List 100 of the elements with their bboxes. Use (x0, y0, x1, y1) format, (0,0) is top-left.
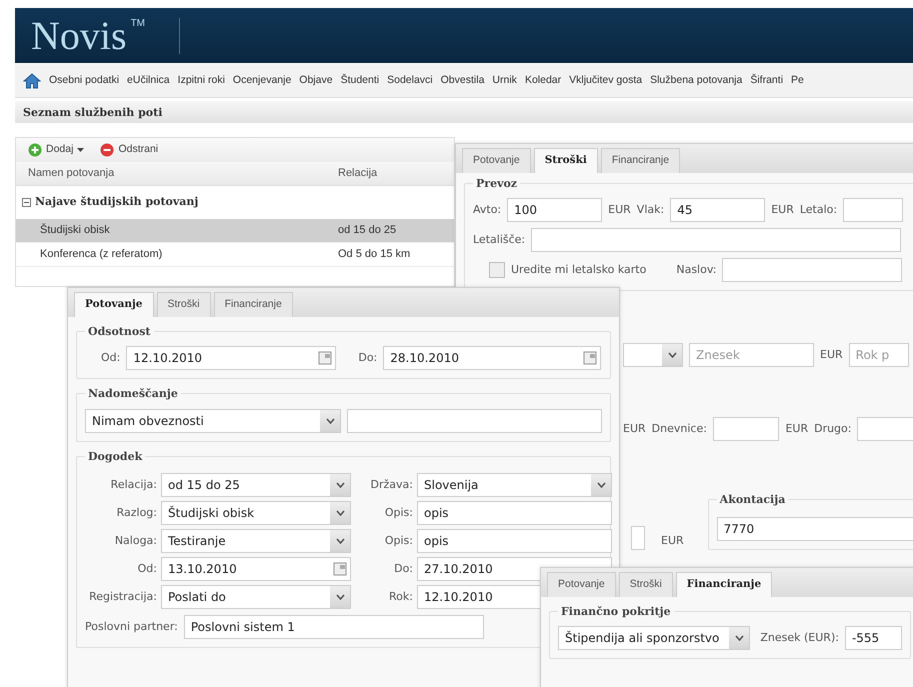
text-field[interactable] (722, 258, 902, 282)
field-label: Dnevnice: (652, 421, 707, 437)
field-label: Vlak: (636, 202, 664, 218)
logo-text: Novis (31, 16, 127, 56)
dropdown[interactable]: Štipendija ali sponzorstvo (558, 626, 750, 650)
dropdown[interactable]: Nimam obveznosti (85, 408, 342, 433)
section-legend: Dogodek (85, 448, 146, 466)
field-label: Razlog: (116, 505, 157, 521)
text-field[interactable]: Poslovni sistem 1 (184, 615, 484, 640)
field-label: Naloga: (114, 533, 157, 549)
field-label: Naslov: (676, 262, 716, 278)
unit-label: EUR (771, 202, 794, 218)
dropdown[interactable]: Poslati do (161, 585, 351, 610)
nav-link[interactable]: Sodelavci (387, 72, 433, 88)
tab[interactable]: Stroški (618, 572, 673, 597)
group-label: Najave študijskih potovanj (35, 194, 198, 210)
section-legend: Finančno pokritje (558, 604, 674, 620)
column-header[interactable]: Relacija (326, 165, 378, 182)
nav-link[interactable]: eUčilnica (127, 72, 170, 88)
column-header[interactable]: Namen potovanja (16, 165, 326, 182)
home-icon (23, 72, 41, 88)
add-button[interactable]: Dodaj (24, 142, 88, 158)
text-field[interactable]: opis (417, 529, 612, 554)
calendar-icon (583, 351, 598, 366)
field-label: Drugo: (814, 421, 852, 437)
calendar-icon (333, 562, 347, 576)
nav-link[interactable]: Obvestila (440, 72, 484, 88)
text-field[interactable]: Rok p (848, 343, 909, 368)
calendar-icon (318, 351, 332, 366)
checkbox-label: Uredite mi letalsko karto (511, 262, 646, 278)
date-field[interactable]: 12.10.2010 (126, 346, 336, 370)
tab[interactable]: Stroški (156, 292, 211, 317)
text-field[interactable] (631, 526, 645, 550)
nav-link[interactable]: Koledar (524, 72, 562, 88)
caret-icon (326, 418, 335, 424)
caret-icon (336, 594, 344, 600)
minus-icon (100, 143, 114, 157)
nav-link[interactable]: Vključitev gosta (569, 72, 642, 88)
text-field[interactable]: 100 (507, 198, 602, 222)
date-field[interactable]: 13.10.2010 (161, 557, 351, 582)
nav-link[interactable]: Službena potovanja (650, 72, 742, 88)
field-label: Do: (393, 561, 413, 577)
unit-label: EUR (661, 533, 684, 550)
tab[interactable]: Financiranje (600, 148, 680, 173)
text-field[interactable] (712, 417, 780, 442)
text-field[interactable] (531, 228, 902, 252)
tab[interactable]: Financiranje (676, 572, 772, 597)
caret-icon (336, 538, 344, 544)
field-label: Od: (136, 561, 157, 577)
text-field[interactable]: Znesek (689, 343, 814, 368)
nav-link[interactable]: Ocenjevanje (232, 72, 292, 88)
text-field[interactable] (347, 408, 602, 433)
tab[interactable]: Potovanje (547, 572, 616, 597)
plus-icon (28, 143, 42, 157)
unit-label: EUR (820, 347, 843, 363)
tab[interactable]: Potovanje (74, 292, 154, 317)
unit-label: EUR (608, 202, 631, 218)
field-label: Letalo: (800, 202, 838, 218)
caret-icon (336, 510, 344, 516)
caret-icon (336, 482, 344, 488)
nav-link[interactable]: Študenti (340, 72, 380, 88)
field-label: Registracija: (88, 589, 157, 605)
checkbox[interactable] (489, 262, 505, 278)
list-row[interactable]: Konferenca (z referatom) Od 5 do 15 km (16, 242, 454, 266)
text-field[interactable] (843, 198, 904, 222)
field-label: Opis: (384, 533, 413, 549)
nav-link[interactable]: Osebni podatki (49, 72, 120, 88)
nav-link[interactable]: Pe (791, 72, 804, 88)
field-label: Do: (358, 350, 378, 366)
caret-icon (596, 482, 606, 488)
text-field[interactable]: 7770 (716, 516, 913, 541)
text-field[interactable]: 45 (670, 198, 766, 222)
field-label: Letališče: (473, 232, 526, 248)
unit-label: EUR (785, 421, 808, 437)
caret-icon (734, 635, 744, 642)
nav-link[interactable]: Objave (299, 72, 333, 88)
nav-link[interactable]: Izpitni roki (178, 72, 225, 88)
field-label: Od: (101, 350, 120, 366)
trademark: TM (130, 17, 146, 31)
text-field[interactable]: opis (417, 501, 612, 526)
nav-link[interactable]: Urnik (492, 72, 517, 88)
list-row[interactable]: Študijski obisk od 15 do 25 (16, 218, 454, 242)
text-field[interactable]: -555 (844, 626, 902, 650)
dropdown[interactable]: Slovenija (417, 473, 612, 498)
tab[interactable]: Stroški (534, 148, 598, 173)
field-label: Opis: (384, 505, 413, 521)
tab[interactable]: Potovanje (462, 148, 531, 173)
nav-link[interactable]: Šifranti (750, 72, 784, 88)
date-field[interactable]: 28.10.2010 (383, 346, 602, 370)
field-label: Znesek (EUR): (760, 630, 839, 646)
dropdown[interactable]: od 15 do 25 (161, 473, 351, 498)
tab[interactable]: Financiranje (214, 292, 293, 317)
dropdown[interactable] (623, 343, 683, 368)
dropdown[interactable]: Testiranje (161, 529, 351, 554)
field-label: Poslovni partner: (85, 619, 178, 635)
text-field[interactable] (857, 417, 913, 442)
caret-icon (668, 352, 676, 358)
dropdown[interactable]: Študijski obisk (161, 501, 351, 526)
remove-button[interactable]: Odstrani (96, 142, 162, 158)
unit-label: EUR (623, 421, 646, 437)
